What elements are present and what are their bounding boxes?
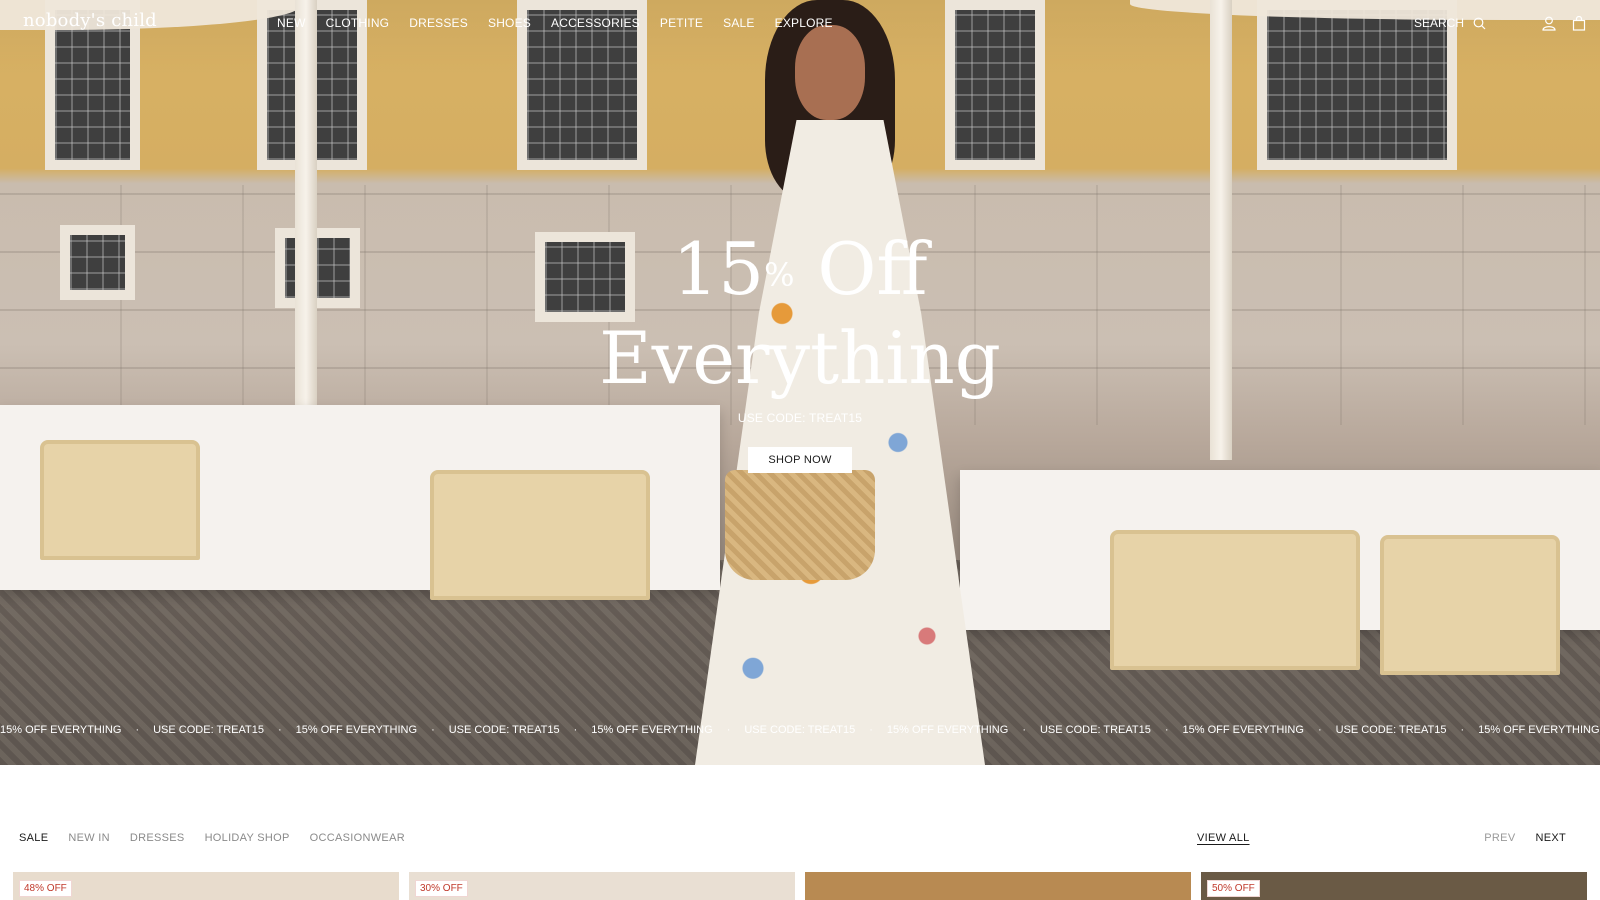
hero-model-basket bbox=[725, 470, 875, 580]
tab-sale[interactable]: SALE bbox=[19, 832, 48, 844]
tab-holiday-shop[interactable]: HOLIDAY SHOP bbox=[205, 832, 290, 844]
nav-item-clothing[interactable]: CLOTHING bbox=[326, 16, 390, 30]
marquee-item: USE CODE: TREAT15 bbox=[153, 724, 264, 736]
marquee-item: USE CODE: TREAT15 bbox=[744, 724, 856, 736]
marquee-separator: · bbox=[135, 724, 140, 736]
marquee-item: 15% OFF EVERYTHING bbox=[1478, 724, 1600, 736]
bag-icon[interactable] bbox=[1570, 14, 1588, 32]
marquee-separator: · bbox=[869, 724, 873, 736]
nav-item-petite[interactable]: PETITE bbox=[660, 16, 703, 30]
carousel-pager: PREV NEXT bbox=[1484, 832, 1566, 844]
next-button[interactable]: NEXT bbox=[1535, 832, 1566, 844]
marquee-item: 15% OFF EVERYTHING bbox=[1182, 724, 1304, 736]
marquee-item: 15% OFF EVERYTHING bbox=[295, 724, 418, 736]
marquee-separator: · bbox=[431, 724, 435, 736]
marquee-item: 15% OFF EVERYTHING bbox=[591, 724, 713, 736]
header-utilities: SEARCH bbox=[1414, 14, 1600, 32]
nav-item-dresses[interactable]: DRESSES bbox=[409, 16, 468, 30]
promo-marquee: 15% OFF EVERYTHING · USE CODE: TREAT15 · 15%… bbox=[0, 724, 1600, 742]
hero-headline-percent: % bbox=[764, 256, 795, 294]
marquee-separator: · bbox=[1022, 724, 1026, 736]
tab-occasionwear[interactable]: OCCASIONWEAR bbox=[310, 832, 405, 844]
marquee-track: 15% OFF EVERYTHING · USE CODE: TREAT15 · 15%… bbox=[0, 724, 1600, 736]
product-carousel: 48% OFF 30% OFF 50% OFF bbox=[13, 872, 1587, 900]
site-header: nobody's child NEW CLOTHING DRESSES SHOE… bbox=[0, 0, 1600, 46]
hero-chair bbox=[430, 470, 650, 600]
hero-headline-off: Off bbox=[794, 227, 928, 311]
discount-badge: 30% OFF bbox=[415, 880, 468, 897]
marquee-separator: · bbox=[277, 724, 282, 736]
prev-button[interactable]: PREV bbox=[1484, 832, 1515, 844]
hero-chair bbox=[1110, 530, 1360, 670]
tab-dresses[interactable]: DRESSES bbox=[130, 832, 185, 844]
product-card[interactable] bbox=[805, 872, 1191, 900]
hero-headline-number: 15 bbox=[672, 227, 765, 311]
marquee-separator: · bbox=[573, 724, 578, 736]
marquee-item: USE CODE: TREAT15 bbox=[1039, 724, 1151, 736]
nav-item-explore[interactable]: EXPLORE bbox=[775, 16, 833, 30]
nav-item-new[interactable]: NEW bbox=[277, 16, 306, 30]
marquee-item: USE CODE: TREAT15 bbox=[1335, 724, 1447, 736]
main-nav: NEW CLOTHING DRESSES SHOES ACCESSORIES P… bbox=[277, 16, 853, 30]
hero-chair bbox=[1380, 535, 1560, 675]
nav-item-accessories[interactable]: ACCESSORIES bbox=[551, 16, 640, 30]
account-icon[interactable] bbox=[1540, 14, 1558, 32]
product-card[interactable]: 30% OFF bbox=[409, 872, 795, 900]
search-icon bbox=[1470, 14, 1488, 32]
hero-content: 15% Off Everything USE CODE: TREAT15 SHO… bbox=[0, 225, 1600, 473]
hero-headline-line1: 15% Off bbox=[0, 225, 1600, 313]
search-button[interactable]: SEARCH bbox=[1414, 14, 1500, 32]
hero-promo-code: USE CODE: TREAT15 bbox=[737, 411, 863, 425]
shop-now-button[interactable]: SHOP NOW bbox=[748, 447, 852, 473]
brand-logo[interactable]: nobody's child bbox=[23, 10, 157, 31]
nav-item-shoes[interactable]: SHOES bbox=[488, 16, 531, 30]
marquee-item: 15% OFF EVERYTHING bbox=[0, 724, 122, 736]
hero-headline-line2: Everything bbox=[599, 316, 1001, 400]
product-card[interactable]: 50% OFF bbox=[1201, 872, 1587, 900]
discount-badge: 50% OFF bbox=[1207, 880, 1260, 897]
marquee-separator: · bbox=[1317, 724, 1322, 736]
tab-new-in[interactable]: NEW IN bbox=[68, 832, 110, 844]
view-all-link[interactable]: VIEW ALL bbox=[1197, 832, 1250, 844]
marquee-separator: · bbox=[726, 724, 731, 736]
marquee-item: USE CODE: TREAT15 bbox=[448, 724, 560, 736]
nav-item-sale[interactable]: SALE bbox=[723, 16, 755, 30]
discount-badge: 48% OFF bbox=[19, 880, 72, 897]
product-tabs: SALE NEW IN DRESSES HOLIDAY SHOP OCCASIO… bbox=[19, 832, 425, 844]
marquee-separator: · bbox=[1460, 724, 1465, 736]
marquee-separator: · bbox=[1164, 724, 1169, 736]
search-label: SEARCH bbox=[1413, 16, 1464, 30]
marquee-item: 15% OFF EVERYTHING bbox=[886, 724, 1009, 736]
product-card[interactable]: 48% OFF bbox=[13, 872, 399, 900]
